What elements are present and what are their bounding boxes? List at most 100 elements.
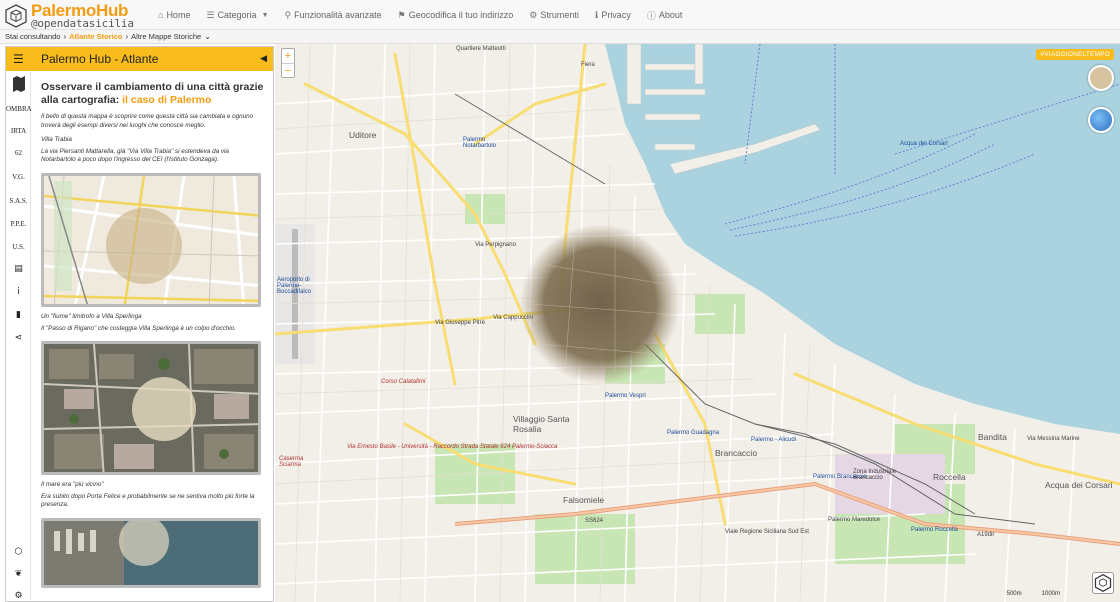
map-label: Acqua dei Corsari	[900, 141, 948, 147]
share-icon[interactable]: ⋖	[6, 333, 31, 343]
section-text-villa-sperlinga: Il "Passo di Rigano" che costeggia Villa…	[41, 324, 236, 332]
map-label: Corso Calatafimi	[381, 379, 426, 385]
sidebar-panel: ☰ Palermo Hub - Atlante ◀ OMBRA IRTA 62 …	[5, 46, 274, 602]
tab-ombra[interactable]: OMBRA	[6, 105, 32, 113]
info-circle-icon: ⓘ	[646, 10, 656, 21]
zoom-out-button[interactable]: −	[282, 63, 294, 77]
historic-map-layer-button[interactable]	[1088, 65, 1114, 91]
search-icon: ⚲	[284, 9, 292, 20]
map-label: Brancaccio	[715, 448, 758, 458]
map-label: Caserma Sciarma	[279, 456, 304, 468]
chevron-right-icon: ›	[63, 32, 67, 41]
leaf-icon[interactable]: ❦	[6, 569, 31, 579]
zoom-control: + −	[281, 48, 295, 78]
cube-icon	[1094, 573, 1112, 593]
map-label: Via Giuseppe Pitrè	[435, 320, 485, 326]
cube-logo-icon	[5, 4, 27, 28]
map-label: Via Ernesto Basile - Università - Raccor…	[347, 444, 558, 450]
home-icon: ⌂	[158, 10, 164, 20]
breadcrumb-next[interactable]: Altre Mappe Storiche	[131, 32, 201, 41]
tab-vg[interactable]: V.G.	[6, 173, 31, 181]
section-text-villa-trabia: La via Piersanti Mattarella, già "Via Vi…	[41, 147, 229, 164]
info-icon[interactable]: i	[6, 287, 31, 297]
content-heading: Osservare il cambiamento di una città gr…	[41, 81, 264, 106]
zoom-in-button[interactable]: +	[282, 49, 294, 63]
map-scale: 500m 1000m	[1006, 591, 1060, 597]
section-title-villa-trabia: Villa Trabia	[41, 136, 72, 144]
map-label: Uditore	[349, 130, 377, 140]
cube-logo-button[interactable]	[1092, 572, 1114, 594]
sidebar-title: Palermo Hub - Atlante	[41, 52, 159, 66]
map-label: Bandita	[978, 432, 1007, 442]
map-label: Palermo Maredolce	[828, 517, 881, 523]
list-icon: ☰	[206, 9, 215, 20]
breadcrumb-current[interactable]: Atlante Storico	[69, 32, 122, 41]
book-icon[interactable]: ▤	[6, 264, 31, 274]
map-label: Via Messina Marine	[1027, 436, 1080, 442]
info-icon: ℹ	[594, 9, 599, 20]
tab-ppe[interactable]: P.P.E.	[6, 220, 31, 228]
nav-funzionalita[interactable]: ⚲ Funzionalità avanzate	[277, 0, 390, 30]
main-nav: ⌂ Home ☰ Categoria ▼ ⚲ Funzionalità avanzate…	[150, 0, 690, 30]
map-label: Quartiere Matteotti	[456, 46, 506, 52]
brand-subtitle: @opendatasicilia	[31, 17, 134, 30]
map-label: Viale Regione Siciliana Sud Est	[725, 529, 809, 535]
settings-icon[interactable]: ⚙	[6, 591, 31, 601]
cube-icon[interactable]: ⬡	[6, 547, 31, 557]
chevron-down-icon[interactable]: ⌄	[204, 32, 211, 41]
nav-geocodifica[interactable]: ⚑ Geocodifica il tuo indirizzo	[390, 0, 522, 30]
globe-layer-button[interactable]	[1088, 107, 1114, 133]
tab-us[interactable]: U.S.	[6, 243, 31, 251]
map-label: Acqua dei Corsari	[1045, 480, 1113, 490]
sidebar-content: Osservare il cambiamento di una città gr…	[31, 71, 273, 601]
map-label: A19dir	[977, 532, 995, 538]
nav-categoria[interactable]: ☰ Categoria ▼	[198, 0, 276, 30]
map-canvas[interactable]: Quartiere Matteotti Fiera Uditore Palerm…	[275, 44, 1120, 602]
map-label: Palermo Roccella	[911, 527, 959, 533]
chevron-right-icon: ›	[125, 32, 129, 41]
map-label: Palermo Vespri	[605, 393, 646, 399]
section-text-mare: Era subito dopo Porta Felice e probabilm…	[41, 492, 255, 509]
map-tiles	[275, 44, 1120, 602]
collapse-left-icon[interactable]: ◀	[260, 53, 267, 64]
intro-text: Il bello di questa mappa è scoprire come…	[41, 113, 254, 129]
sidebar-tabs: OMBRA IRTA 62 V.G. S.A.S. P.P.E. U.S. ▤ …	[6, 71, 32, 601]
nav-about[interactable]: ⓘ About	[639, 0, 691, 30]
map-label: Palermo Notarbartolo	[463, 137, 497, 149]
nav-privacy[interactable]: ℹ Privacy	[587, 0, 639, 30]
map-label: Aeroporto di Palermo-Boccadifalco	[277, 277, 312, 295]
map-label: Via Cappuccini	[493, 315, 533, 321]
map-label: Falsomiele	[563, 495, 605, 505]
gear-icon: ⚙	[529, 9, 538, 20]
map-label: Villaggio Santa Rosalia	[513, 414, 570, 434]
map-label: Zona Industriale Brancaccio	[853, 469, 897, 481]
nav-strumenti[interactable]: ⚙ Strumenti	[521, 0, 587, 30]
map-label: Palermo - Alicudi	[751, 437, 797, 443]
heading-highlight: il caso di Palermo	[122, 94, 212, 106]
map-label: Fiera	[581, 62, 595, 68]
tab-sas[interactable]: S.A.S.	[6, 197, 31, 205]
breadcrumb: Stai consultando › Atlante Storico › Alt…	[0, 30, 1120, 44]
map-label: SS624	[585, 518, 604, 524]
nav-home[interactable]: ⌂ Home	[150, 0, 198, 30]
bookmark-icon[interactable]: ▮	[6, 310, 31, 320]
brand-logo[interactable]: PalermoHub @opendatasicilia	[4, 1, 134, 30]
caret-down-icon: ▼	[261, 11, 269, 19]
map-label: Palermo Guadagna	[667, 430, 720, 436]
map-label: Via Perpignano	[475, 242, 516, 248]
tab-irta[interactable]: IRTA	[6, 127, 31, 135]
breadcrumb-prefix: Stai consultando	[5, 32, 61, 41]
section-title-villa-sperlinga: Un "fiume" limitrofo a Villa Sperlinga	[41, 312, 142, 320]
map-marker-icon: ⚑	[397, 9, 406, 20]
thumbnail-villa-trabia[interactable]	[41, 172, 261, 307]
sidebar-header: ☰ Palermo Hub - Atlante ◀	[6, 47, 273, 71]
top-navbar: PalermoHub @opendatasicilia ⌂ Home ☰ Categ…	[0, 0, 1120, 30]
hamburger-menu-icon[interactable]: ☰	[13, 52, 24, 66]
thumbnail-villa-sperlinga[interactable]	[41, 341, 261, 476]
thumbnail-mare[interactable]	[41, 517, 261, 588]
section-title-mare: Il mare era "più vicino"	[41, 481, 104, 489]
map-book-icon[interactable]	[6, 75, 31, 96]
tab-62[interactable]: 62	[6, 149, 31, 157]
hashtag-badge[interactable]: #VIAGGIONELTEMPO	[1036, 49, 1114, 60]
map-label: Roccella	[933, 472, 966, 482]
